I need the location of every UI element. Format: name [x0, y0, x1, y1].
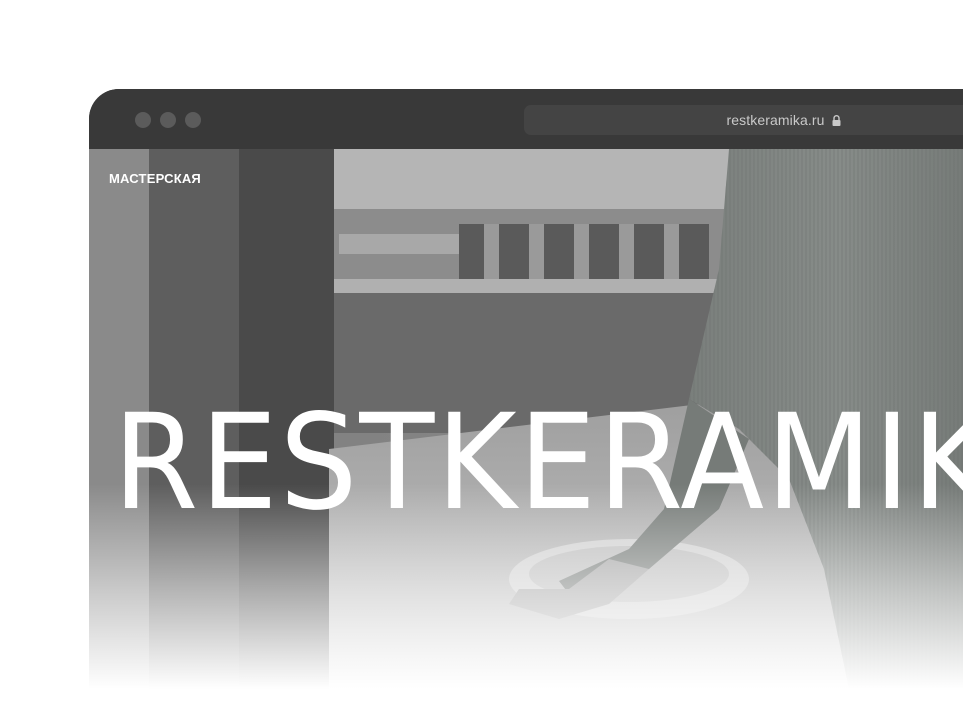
minimize-window-button[interactable]: [160, 112, 176, 128]
url-text: restkeramika.ru: [726, 112, 825, 128]
hero-title: RESTKERAMIKA: [113, 386, 963, 540]
stage: restkeramika.ru МАСТЕРСКАЯ RESTKERAMI: [0, 0, 963, 714]
website-viewport: МАСТЕРСКАЯ RESTKERAMIKA: [89, 149, 963, 689]
address-bar[interactable]: restkeramika.ru: [524, 105, 963, 135]
browser-window: restkeramika.ru МАСТЕРСКАЯ RESTKERAMI: [89, 89, 963, 689]
window-controls: [135, 112, 201, 128]
nav-item-workshop[interactable]: МАСТЕРСКАЯ: [109, 171, 201, 186]
browser-titlebar: restkeramika.ru: [89, 89, 963, 149]
url-display: restkeramika.ru: [524, 112, 963, 128]
maximize-window-button[interactable]: [185, 112, 201, 128]
close-window-button[interactable]: [135, 112, 151, 128]
lock-icon: [832, 115, 841, 126]
